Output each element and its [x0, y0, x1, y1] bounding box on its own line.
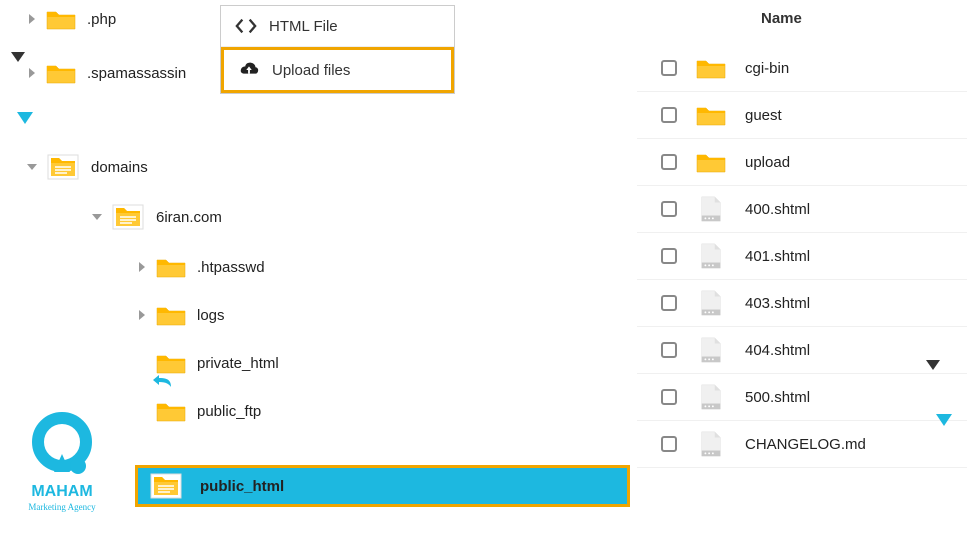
checkbox[interactable] — [661, 201, 677, 217]
file-row[interactable]: guest — [637, 92, 967, 139]
folder-icon — [45, 6, 77, 32]
doc-folder-icon — [110, 202, 146, 232]
ctx-label: Upload files — [272, 62, 350, 79]
checkbox[interactable] — [661, 248, 677, 264]
doc-folder-icon — [45, 152, 81, 182]
file-name: 404.shtml — [745, 342, 810, 359]
expand-icon[interactable] — [135, 260, 149, 274]
file-name: upload — [745, 154, 790, 171]
checkbox[interactable] — [661, 342, 677, 358]
file-icon — [695, 335, 727, 365]
file-row[interactable]: 400.shtml — [637, 186, 967, 233]
folder-icon — [155, 254, 187, 280]
chevron-down-icon — [10, 50, 26, 67]
file-name: 401.shtml — [745, 248, 810, 265]
spacer — [135, 404, 149, 418]
symlink-arrow-icon — [152, 373, 172, 390]
tree-item-logs[interactable]: logs — [135, 298, 625, 332]
svg-text:Marketing Agency: Marketing Agency — [28, 502, 96, 512]
file-icon — [695, 241, 727, 271]
file-name: 403.shtml — [745, 295, 810, 312]
expand-icon[interactable] — [135, 308, 149, 322]
file-row[interactable]: CHANGELOG.md — [637, 421, 967, 468]
checkbox[interactable] — [661, 436, 677, 452]
tree-item-domains[interactable]: domains — [25, 148, 625, 186]
checkbox[interactable] — [661, 154, 677, 170]
folder-icon — [695, 53, 727, 83]
checkbox[interactable] — [661, 60, 677, 76]
tree-label: .htpasswd — [197, 259, 265, 276]
checkbox[interactable] — [661, 295, 677, 311]
file-name: 500.shtml — [745, 389, 810, 406]
context-menu: HTML File Upload files — [220, 5, 455, 94]
folder-icon — [695, 147, 727, 177]
collapse-icon[interactable] — [90, 210, 104, 224]
file-row[interactable]: 401.shtml — [637, 233, 967, 280]
file-list-panel: Name cgi-bin guest upload 400.shtml 401.shtm… — [637, 0, 967, 468]
file-row[interactable]: 404.shtml — [637, 327, 967, 374]
logo-watermark: MAHAM Marketing Agency — [12, 410, 112, 520]
code-icon — [235, 16, 257, 36]
ctx-html-file[interactable]: HTML File — [221, 6, 454, 47]
file-icon — [695, 429, 727, 459]
upload-cloud-icon — [238, 60, 260, 80]
expand-icon[interactable] — [25, 66, 39, 80]
tree-label: public_ftp — [197, 403, 261, 420]
folder-icon — [155, 398, 187, 424]
ctx-upload-files[interactable]: Upload files — [221, 47, 454, 93]
tree-label: 6iran.com — [156, 209, 222, 226]
file-row[interactable]: 403.shtml — [637, 280, 967, 327]
chevron-down-icon — [935, 412, 953, 431]
folder-icon — [45, 60, 77, 86]
file-row[interactable]: upload — [637, 139, 967, 186]
file-list-header: Name — [637, 0, 967, 45]
collapse-icon[interactable] — [25, 160, 39, 174]
tree-item-6iran[interactable]: 6iran.com — [90, 198, 625, 236]
tree-label: logs — [197, 307, 225, 324]
file-row[interactable]: cgi-bin — [637, 45, 967, 92]
tree-label: domains — [91, 159, 148, 176]
file-row[interactable]: 500.shtml — [637, 374, 967, 421]
checkbox[interactable] — [661, 389, 677, 405]
tree-label: .spamassassin — [87, 65, 186, 82]
column-name[interactable]: Name — [761, 10, 802, 27]
file-icon — [695, 382, 727, 412]
svg-text:MAHAM: MAHAM — [31, 483, 92, 500]
tree-label: public_html — [200, 478, 284, 495]
tree-item-private-html[interactable]: private_html — [135, 346, 625, 380]
file-name: guest — [745, 107, 782, 124]
file-name: CHANGELOG.md — [745, 436, 866, 453]
file-icon — [695, 288, 727, 318]
folder-icon — [695, 100, 727, 130]
tree-item-public-ftp[interactable]: public_ftp — [135, 394, 625, 428]
chevron-down-icon — [925, 358, 941, 375]
tree-label: .php — [87, 11, 116, 28]
spacer — [135, 356, 149, 370]
file-icon — [695, 194, 727, 224]
ctx-label: HTML File — [269, 18, 338, 35]
expand-icon[interactable] — [25, 12, 39, 26]
doc-folder-icon — [148, 471, 184, 501]
tree-label: private_html — [197, 355, 279, 372]
file-name: cgi-bin — [745, 60, 789, 77]
checkbox[interactable] — [661, 107, 677, 123]
chevron-down-icon — [16, 110, 34, 129]
file-name: 400.shtml — [745, 201, 810, 218]
tree-item-public-html-selected[interactable]: public_html — [135, 465, 630, 507]
tree-item-htpasswd[interactable]: .htpasswd — [135, 250, 625, 284]
folder-icon — [155, 302, 187, 328]
